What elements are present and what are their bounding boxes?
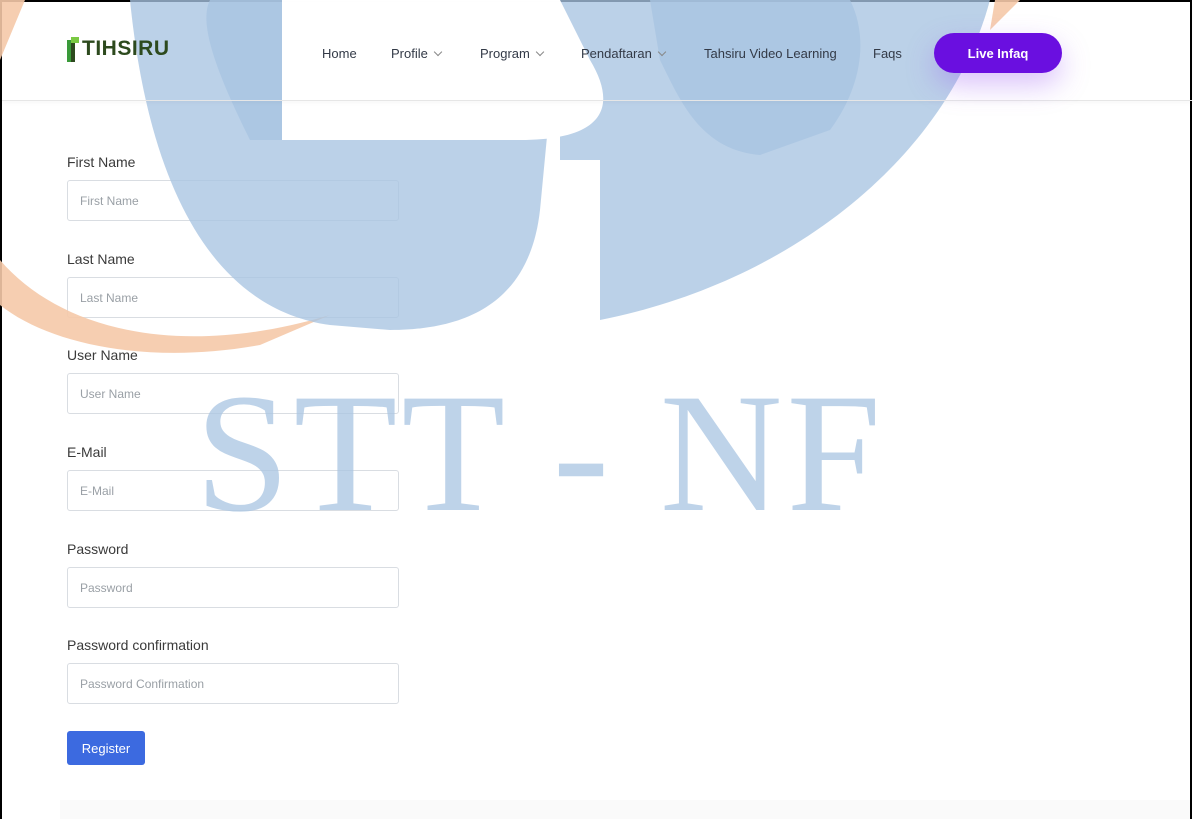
password-input[interactable] bbox=[67, 567, 399, 608]
chevron-down-icon bbox=[433, 47, 443, 57]
password-confirmation-input[interactable] bbox=[67, 663, 399, 704]
email-input[interactable] bbox=[67, 470, 399, 511]
first-name-field-group: First Name bbox=[67, 152, 399, 221]
nav-item-faqs[interactable]: Faqs bbox=[873, 46, 902, 61]
site-logo[interactable]: T IHSIRU bbox=[66, 32, 170, 66]
password-field-group: Password bbox=[67, 539, 399, 608]
password-confirmation-field-group: Password confirmation bbox=[67, 635, 399, 704]
site-header: T IHSIRU Home Profile Program Pendaftaran… bbox=[2, 2, 1192, 101]
password-confirmation-label: Password confirmation bbox=[67, 637, 209, 653]
last-name-input[interactable] bbox=[67, 277, 399, 318]
email-field-group: E-Mail bbox=[67, 442, 399, 511]
nav-item-profile[interactable]: Profile bbox=[391, 46, 443, 61]
first-name-label: First Name bbox=[67, 154, 136, 170]
nav-item-video-learning[interactable]: Tahsiru Video Learning bbox=[704, 46, 837, 61]
nav-item-label: Pendaftaran bbox=[581, 46, 652, 61]
last-name-label: Last Name bbox=[67, 251, 135, 267]
last-name-field-group: Last Name bbox=[67, 249, 399, 318]
nav-item-label: Faqs bbox=[873, 46, 902, 61]
book-logo-icon bbox=[67, 37, 79, 62]
password-label: Password bbox=[67, 541, 129, 557]
first-name-input[interactable] bbox=[67, 180, 399, 221]
chevron-down-icon bbox=[657, 47, 667, 57]
live-infaq-button[interactable]: Live Infaq bbox=[934, 33, 1062, 73]
chevron-down-icon bbox=[535, 47, 545, 57]
nav-item-pendaftaran[interactable]: Pendaftaran bbox=[581, 46, 667, 61]
register-button[interactable]: Register bbox=[67, 731, 145, 765]
nav-item-label: Home bbox=[322, 46, 357, 61]
user-name-field-group: User Name bbox=[67, 345, 399, 414]
nav-item-label: Program bbox=[480, 46, 530, 61]
logo-initial: T bbox=[82, 37, 96, 60]
nav-item-label: Tahsiru Video Learning bbox=[704, 46, 837, 61]
footer-strip bbox=[60, 800, 1190, 819]
nav-item-program[interactable]: Program bbox=[480, 46, 545, 61]
logo-text: IHSIRU bbox=[95, 37, 170, 60]
user-name-label: User Name bbox=[67, 347, 138, 363]
nav-item-label: Profile bbox=[391, 46, 428, 61]
email-label: E-Mail bbox=[67, 444, 107, 460]
nav-item-home[interactable]: Home bbox=[322, 46, 357, 61]
user-name-input[interactable] bbox=[67, 373, 399, 414]
